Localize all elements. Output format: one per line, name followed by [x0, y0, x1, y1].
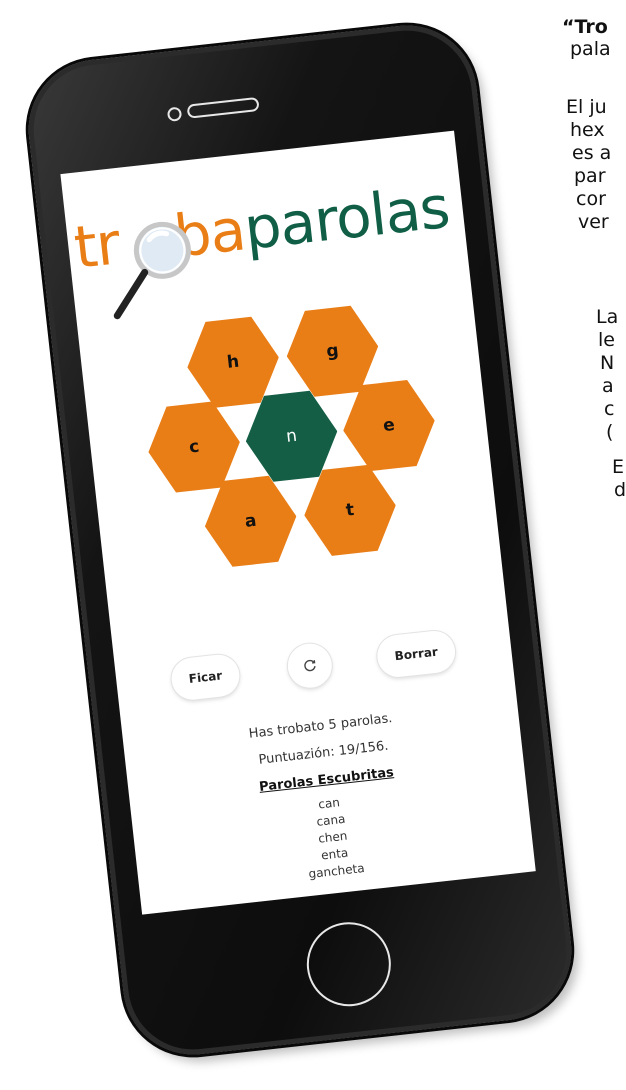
article-line: par — [574, 165, 606, 187]
article-line: ver — [578, 211, 609, 233]
article-line: El ju — [566, 96, 607, 118]
article-line: a — [602, 375, 614, 397]
article-line: es a — [572, 142, 612, 164]
article-line: ( — [606, 421, 614, 443]
home-button[interactable] — [302, 917, 396, 1011]
refresh-icon — [304, 659, 316, 672]
article-line: “Tro — [562, 16, 608, 38]
letter-hive: h g c n e a t — [60, 131, 504, 632]
score-panel: Has trobato 5 parolas. Puntuazión: 19/15… — [123, 697, 534, 901]
article-line: le — [598, 329, 615, 351]
article-line: c — [604, 398, 615, 420]
shuffle-button[interactable] — [285, 641, 335, 690]
delete-button[interactable]: Borrar — [375, 628, 458, 680]
front-camera-icon — [166, 106, 183, 122]
article-line: E — [612, 456, 625, 478]
article-line: hex — [570, 119, 605, 141]
article-line: N — [600, 352, 615, 374]
article-line: cor — [576, 188, 606, 210]
article-line: La — [596, 306, 619, 328]
article-line: pala — [570, 38, 611, 60]
phone-mockup: trbaparolas h g c n e a t Ficar Borrar — [21, 18, 579, 1062]
article-line: d — [614, 479, 626, 501]
enter-button[interactable]: Ficar — [169, 652, 242, 702]
speaker-grille — [186, 96, 260, 119]
app-screen: trbaparolas h g c n e a t Ficar Borrar — [60, 130, 536, 915]
